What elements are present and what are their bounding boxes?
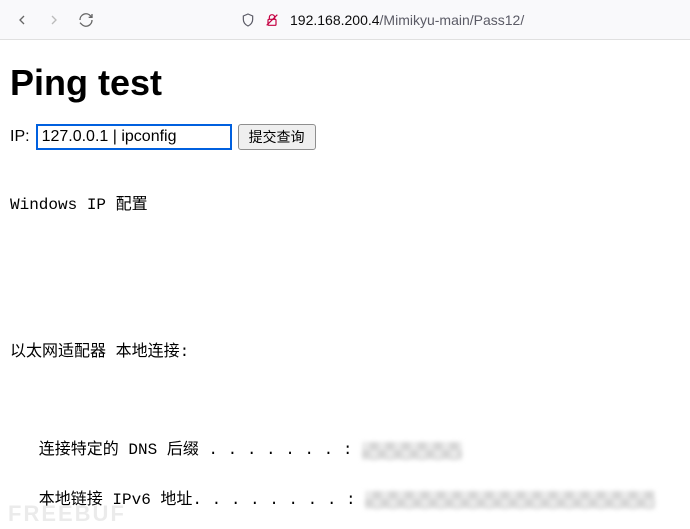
eth-dns-suffix-label: 连接特定的 DNS 后缀 . . . . . . . : xyxy=(10,438,362,463)
ping-form: IP: 提交查询 xyxy=(10,124,680,150)
back-button[interactable] xyxy=(8,6,36,34)
redacted-value xyxy=(362,442,462,460)
url-path: /Mimikyu-main/Pass12/ xyxy=(380,12,525,28)
ip-label: IP: xyxy=(10,128,30,146)
address-bar[interactable]: 192.168.200.4/Mimikyu-main/Pass12/ xyxy=(290,12,524,28)
insecure-lock-icon[interactable] xyxy=(262,10,282,30)
shield-icon[interactable] xyxy=(238,10,258,30)
url-host: 192.168.200.4 xyxy=(290,12,380,28)
page-content: Ping test IP: 提交查询 Windows IP 配置 以太网适配器 … xyxy=(0,40,690,529)
ip-input[interactable] xyxy=(36,124,232,150)
adapter-ethernet-title: 以太网适配器 本地连接: xyxy=(10,340,680,365)
eth-ipv6-label: 本地链接 IPv6 地址. . . . . . . . : xyxy=(10,488,365,513)
output-header: Windows IP 配置 xyxy=(10,193,680,218)
page-title: Ping test xyxy=(10,62,680,104)
command-output: Windows IP 配置 以太网适配器 本地连接: 连接特定的 DNS 后缀 … xyxy=(10,168,680,529)
forward-button[interactable] xyxy=(40,6,68,34)
submit-button[interactable]: 提交查询 xyxy=(238,124,316,150)
redacted-value xyxy=(365,491,655,509)
reload-button[interactable] xyxy=(72,6,100,34)
browser-toolbar: 192.168.200.4/Mimikyu-main/Pass12/ xyxy=(0,0,690,40)
